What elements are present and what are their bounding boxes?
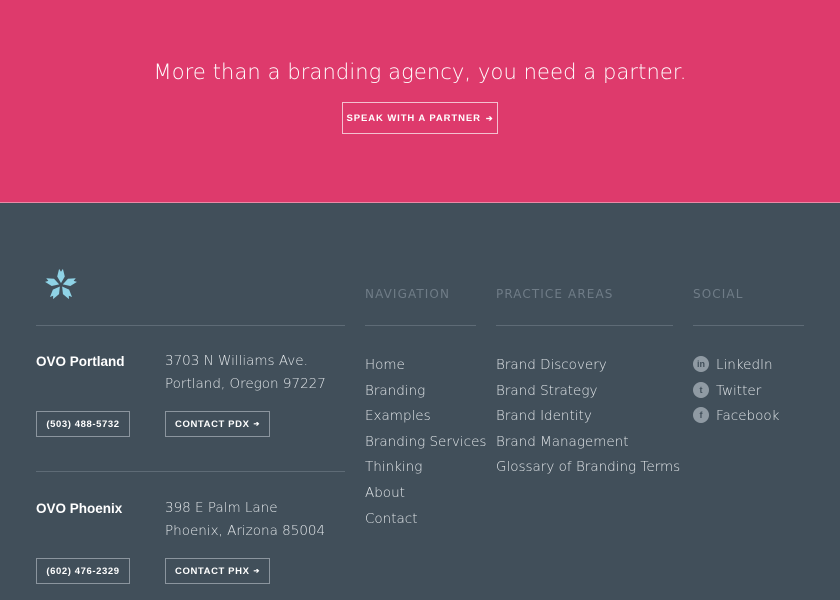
- nav-link-about[interactable]: About: [365, 485, 486, 511]
- nav-link-thinking[interactable]: Thinking: [365, 459, 486, 485]
- social-list: in LinkedIn t Twitter f Facebook: [693, 356, 780, 434]
- address-portland: 3703 N Williams Ave. Portland, Oregon 97…: [165, 350, 326, 396]
- facebook-icon: f: [693, 407, 709, 424]
- twitter-icon: t: [693, 381, 709, 398]
- linkedin-icon: in: [693, 356, 709, 372]
- location-name-portland: OVO Portland: [36, 354, 125, 369]
- social-link-twitter[interactable]: t Twitter: [693, 381, 779, 409]
- social-link-linkedin[interactable]: in LinkedIn: [693, 356, 779, 383]
- social-label: LinkedIn: [716, 357, 773, 373]
- speak-with-partner-label: SPEAK WITH A PARTNER: [346, 112, 481, 124]
- practice-link-brand-strategy[interactable]: Brand Strategy: [496, 383, 680, 409]
- practice-areas-heading: PRACTICE AREAS: [496, 287, 614, 301]
- cta-headline: More than a branding agency, you need a …: [153, 60, 687, 84]
- nav-link-home[interactable]: Home: [365, 357, 486, 383]
- flower-logo-icon[interactable]: [42, 266, 80, 304]
- address-line: Portland, Oregon 97227: [165, 376, 326, 392]
- arrow-right-icon: ➔: [485, 113, 494, 123]
- divider: [693, 325, 804, 326]
- address-line: 3703 N Williams Ave.: [165, 353, 308, 369]
- contact-pdx-label: CONTACT PDX: [175, 418, 250, 430]
- nav-link-examples[interactable]: Examples: [365, 408, 486, 434]
- address-phoenix: 398 E Palm Lane Phoenix, Arizona 85004: [165, 497, 325, 543]
- social-label: Facebook: [716, 408, 780, 425]
- phone-phoenix-button[interactable]: (602) 476-2329: [36, 558, 130, 584]
- cta-banner: More than a branding agency, you need a …: [0, 0, 840, 203]
- nav-link-contact[interactable]: Contact: [365, 511, 486, 537]
- practice-link-glossary[interactable]: Glossary of Branding Terms: [496, 459, 680, 485]
- practice-link-brand-management[interactable]: Brand Management: [496, 434, 680, 460]
- navigation-list: Home Branding Examples Branding Services…: [365, 357, 486, 536]
- phone-label: (503) 488-5732: [46, 418, 120, 430]
- arrow-right-icon: ➔: [253, 568, 260, 575]
- divider: [496, 325, 673, 326]
- divider: [36, 471, 345, 472]
- social-label: Twitter: [716, 382, 762, 399]
- social-heading: SOCIAL: [693, 287, 744, 301]
- arrow-right-icon: ➔: [253, 421, 260, 428]
- address-line: 398 E Palm Lane: [165, 500, 278, 516]
- divider: [36, 325, 345, 326]
- contact-phx-button[interactable]: CONTACT PHX ➔: [165, 558, 270, 584]
- navigation-heading: NAVIGATION: [365, 287, 451, 301]
- divider: [365, 325, 476, 326]
- social-link-facebook[interactable]: f Facebook: [693, 407, 780, 434]
- phone-portland-button[interactable]: (503) 488-5732: [36, 411, 130, 437]
- address-line: Phoenix, Arizona 85004: [165, 523, 326, 539]
- site-footer: NAVIGATION PRACTICE AREAS SOCIAL OVO Por…: [0, 204, 840, 600]
- contact-pdx-button[interactable]: CONTACT PDX ➔: [165, 411, 270, 437]
- nav-link-branding-services[interactable]: Branding Services: [365, 434, 486, 460]
- practice-link-brand-discovery[interactable]: Brand Discovery: [496, 357, 680, 383]
- practice-areas-list: Brand Discovery Brand Strategy Brand Ide…: [496, 357, 680, 485]
- contact-phx-label: CONTACT PHX: [175, 565, 250, 577]
- phone-label: (602) 476-2329: [46, 565, 120, 577]
- nav-link-branding[interactable]: Branding: [365, 383, 486, 409]
- practice-link-brand-identity[interactable]: Brand Identity: [496, 408, 680, 434]
- location-name-phoenix: OVO Phoenix: [36, 501, 123, 516]
- speak-with-partner-button[interactable]: SPEAK WITH A PARTNER ➔: [342, 102, 498, 134]
